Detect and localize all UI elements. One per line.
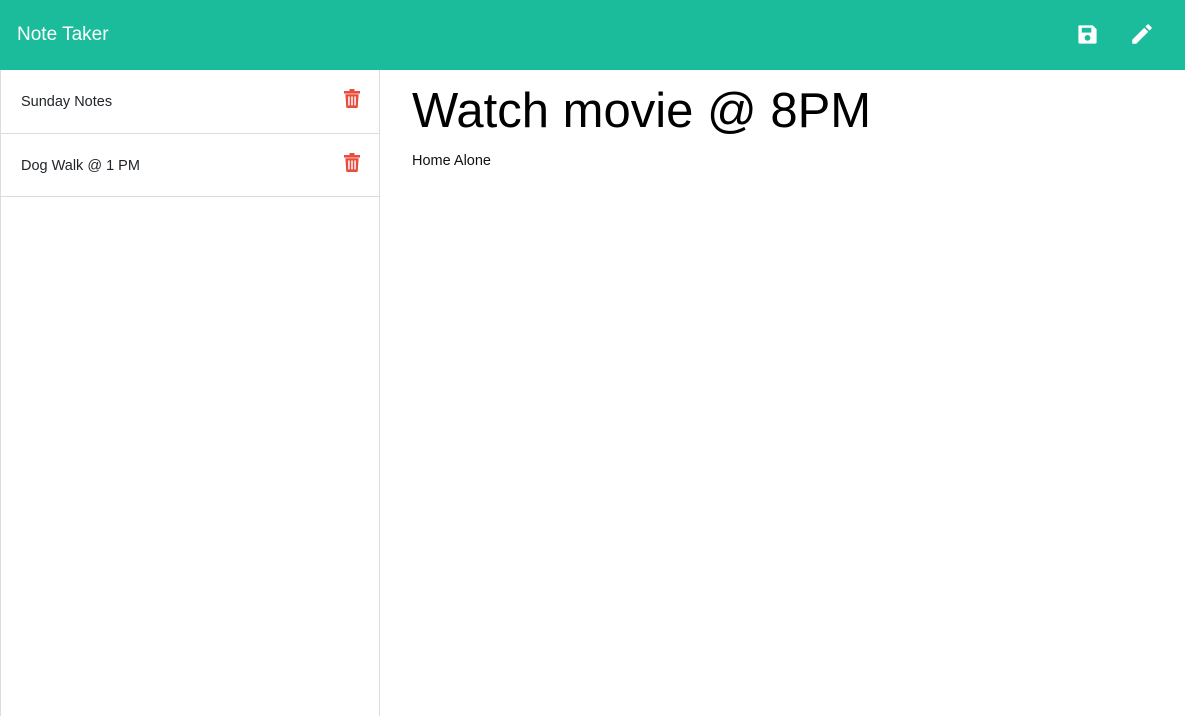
note-list-item-title[interactable]: Sunday Notes <box>21 92 112 112</box>
note-list: Sunday Notes Dog Walk @ 1 PM <box>1 70 379 197</box>
list-item[interactable]: Sunday Notes <box>1 70 379 134</box>
trash-icon <box>344 89 360 108</box>
delete-note-button[interactable] <box>344 153 360 172</box>
note-title-field[interactable]: Watch movie @ 8PM <box>412 82 871 140</box>
save-note-button[interactable] <box>1073 20 1101 48</box>
pencil-icon <box>1132 24 1152 44</box>
navbar: Note Taker <box>0 0 1185 70</box>
list-item[interactable]: Dog Walk @ 1 PM <box>1 134 379 197</box>
note-list-item-title[interactable]: Dog Walk @ 1 PM <box>21 156 140 176</box>
floppy-disk-icon <box>1077 24 1097 44</box>
note-text-field[interactable]: Home Alone <box>412 151 491 171</box>
notes-sidebar: Sunday Notes Dog Walk @ 1 PM <box>0 70 380 716</box>
new-note-button[interactable] <box>1128 20 1156 48</box>
delete-note-button[interactable] <box>344 89 360 108</box>
note-editor: Watch movie @ 8PM Home Alone <box>380 70 1185 716</box>
trash-icon <box>344 153 360 172</box>
app-title[interactable]: Note Taker <box>17 22 109 48</box>
